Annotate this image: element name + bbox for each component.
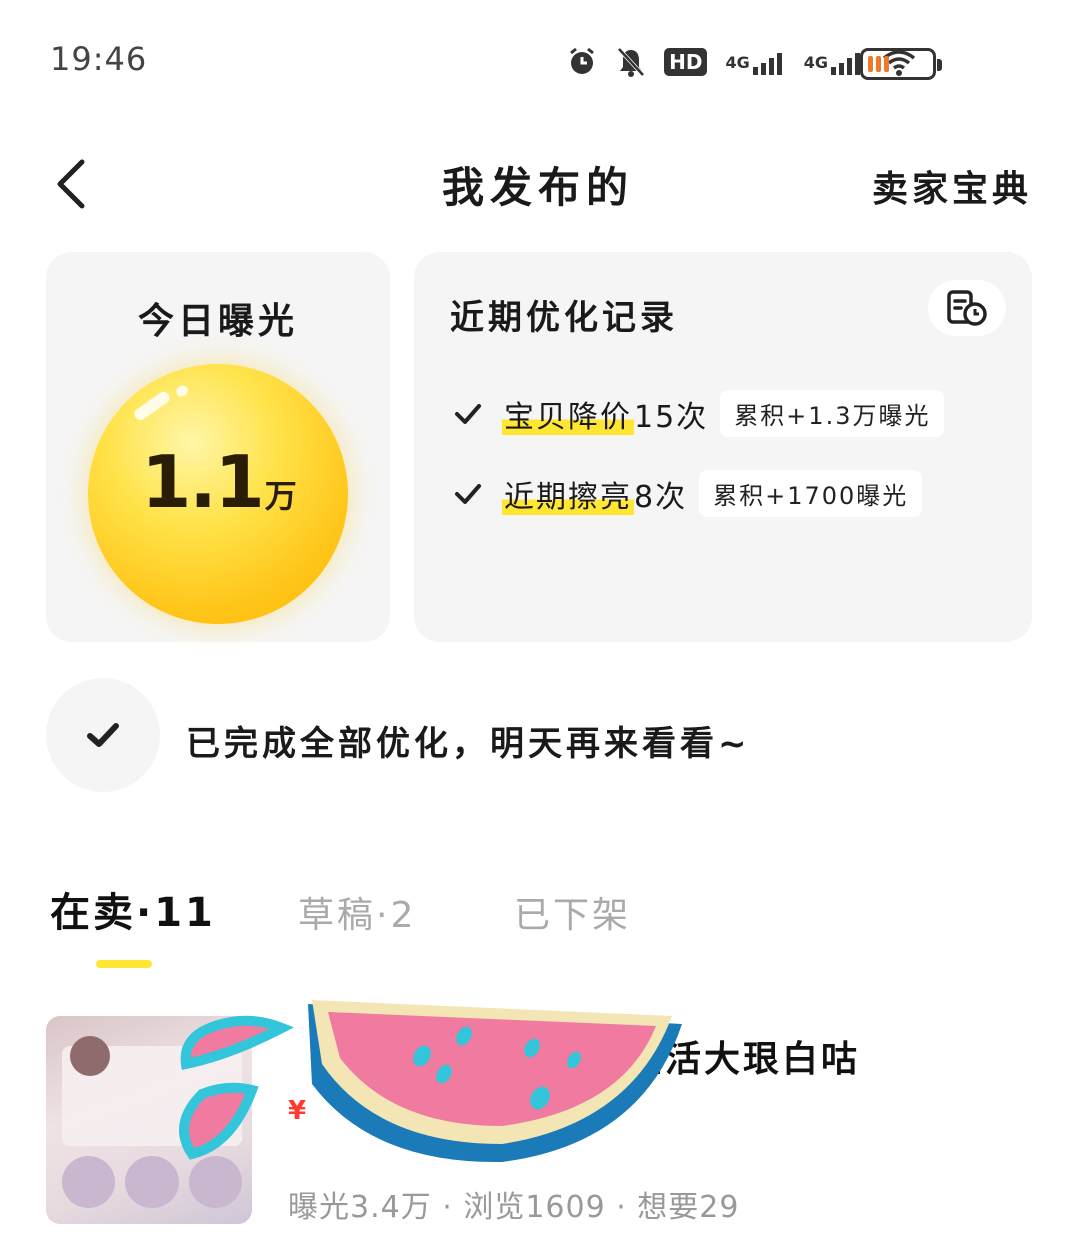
record-item: 近期擦亮8次 累积+1700曝光	[450, 470, 923, 517]
alarm-icon	[566, 42, 598, 82]
signal-4g-icon-2: 4G	[804, 42, 864, 82]
thumbnail-avatar	[70, 1036, 110, 1076]
record-text: 宝贝降价15次	[502, 392, 708, 436]
check-icon	[87, 723, 119, 747]
battery-icon	[860, 48, 942, 80]
hd-label: HD	[664, 48, 708, 76]
completion-row: 已完成全部优化，明天再来看看~	[46, 678, 1046, 792]
product-item[interactable]: 全活大珢白咕 ¥ 曝光3.4万 · 浏览1609 · 想要29	[46, 1000, 1046, 1248]
optimization-records-card: 近期优化记录 宝贝降价15次 累积+1.3万曝光 近期擦亮8次 累积+1700曝…	[414, 252, 1032, 642]
exposure-value: 1.1	[141, 440, 265, 524]
record-highlight: 近期擦亮	[502, 479, 634, 515]
net-label-1: 4G	[725, 52, 750, 72]
watermelon-sticker	[179, 1000, 682, 1163]
optimization-title: 近期优化记录	[450, 298, 678, 338]
record-count: 8次	[634, 479, 688, 515]
listing-tabs: 在卖·11 草稿·2 已下架	[50, 880, 1030, 980]
tab-delisted[interactable]: 已下架	[514, 886, 631, 938]
signal-4g-icon: 4G	[725, 42, 785, 82]
record-tag: 累积+1.3万曝光	[720, 390, 945, 437]
completion-check-badge	[46, 678, 160, 792]
record-tag: 累积+1700曝光	[699, 470, 923, 517]
history-icon	[947, 290, 987, 326]
record-item: 宝贝降价15次 累积+1.3万曝光	[450, 390, 945, 437]
record-count: 15次	[634, 399, 709, 435]
status-bar: 19:46 HD 4G 4G	[0, 0, 1076, 120]
history-button[interactable]	[928, 280, 1006, 336]
exposure-title: 今日曝光	[137, 301, 298, 342]
hd-icon: HD	[664, 42, 708, 82]
seller-guide-link[interactable]: 卖家宝典	[872, 160, 1032, 212]
nav-bar: 我发布的 卖家宝典	[0, 140, 1076, 230]
product-stats: 曝光3.4万 · 浏览1609 · 想要29	[288, 1190, 740, 1225]
tab-drafts[interactable]: 草稿·2	[298, 886, 416, 938]
tab-on-sale[interactable]: 在卖·11	[50, 880, 216, 938]
status-time: 19:46	[50, 40, 148, 78]
active-tab-indicator	[96, 960, 152, 968]
record-text: 近期擦亮8次	[502, 472, 687, 516]
battery-level	[868, 56, 894, 72]
exposure-unit: 万	[264, 477, 297, 515]
net-label-2: 4G	[803, 52, 828, 72]
check-icon	[455, 483, 481, 504]
completion-text: 已完成全部优化，明天再来看看~	[186, 724, 751, 764]
record-highlight: 宝贝降价	[502, 399, 634, 435]
check-icon	[455, 403, 481, 424]
today-exposure-card: 今日曝光 1.1万	[46, 252, 390, 642]
exposure-value-wrap: 1.1万	[46, 440, 390, 524]
mute-icon	[616, 42, 646, 82]
